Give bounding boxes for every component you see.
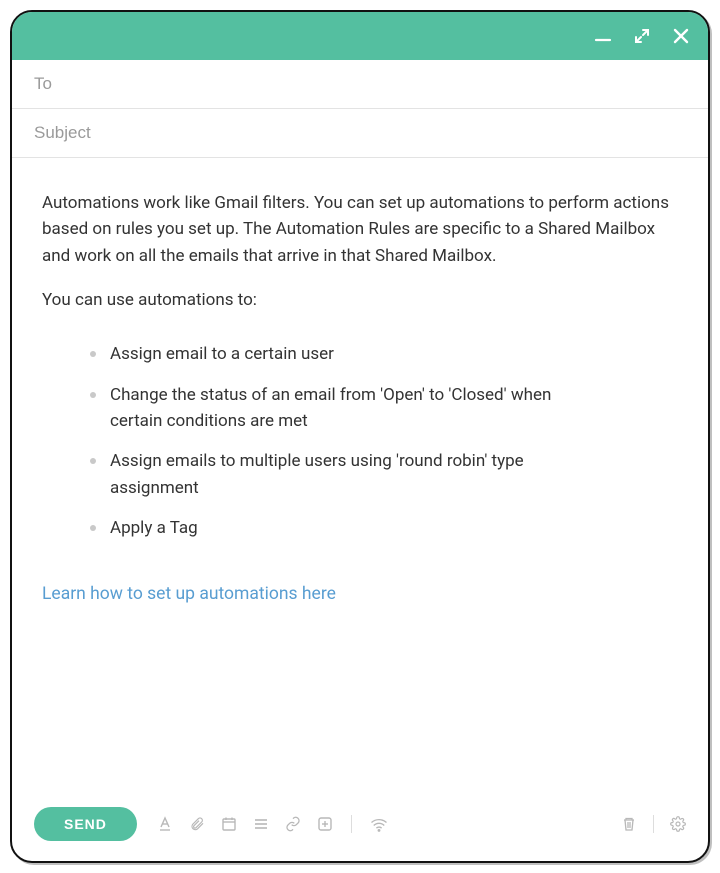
calendar-icon[interactable] <box>221 816 237 832</box>
minimize-icon[interactable] <box>594 27 612 45</box>
compose-footer: SEND <box>12 793 708 861</box>
trash-icon[interactable] <box>621 816 637 832</box>
compose-window: Automations work like Gmail filters. You… <box>10 10 710 863</box>
subject-row <box>12 109 708 158</box>
learn-more-link[interactable]: Learn how to set up automations here <box>42 584 336 604</box>
toolbar-divider <box>351 815 352 833</box>
send-button[interactable]: SEND <box>34 807 137 841</box>
subject-field[interactable] <box>34 123 686 143</box>
toolbar-divider <box>653 815 654 833</box>
body-intro: Automations work like Gmail filters. You… <box>42 190 678 269</box>
list-item: Change the status of an email from 'Open… <box>90 382 560 435</box>
gear-icon[interactable] <box>670 816 686 832</box>
expand-icon[interactable] <box>634 28 650 44</box>
close-icon[interactable] <box>672 27 690 45</box>
format-text-icon[interactable] <box>157 816 173 832</box>
plus-square-icon[interactable] <box>317 816 333 832</box>
body-lead: You can use automations to: <box>42 287 678 313</box>
wifi-icon[interactable] <box>370 816 388 832</box>
to-field[interactable] <box>34 74 686 94</box>
title-bar <box>12 12 708 60</box>
list-item: Assign emails to multiple users using 'r… <box>90 448 560 501</box>
bullet-list: Assign email to a certain user Change th… <box>42 341 678 541</box>
format-toolbar <box>157 815 601 833</box>
list-icon[interactable] <box>253 816 269 832</box>
compose-body[interactable]: Automations work like Gmail filters. You… <box>12 158 708 793</box>
link-icon[interactable] <box>285 816 301 832</box>
list-item: Assign email to a certain user <box>90 341 560 367</box>
attachment-icon[interactable] <box>189 816 205 832</box>
to-row <box>12 60 708 109</box>
list-item: Apply a Tag <box>90 515 560 541</box>
